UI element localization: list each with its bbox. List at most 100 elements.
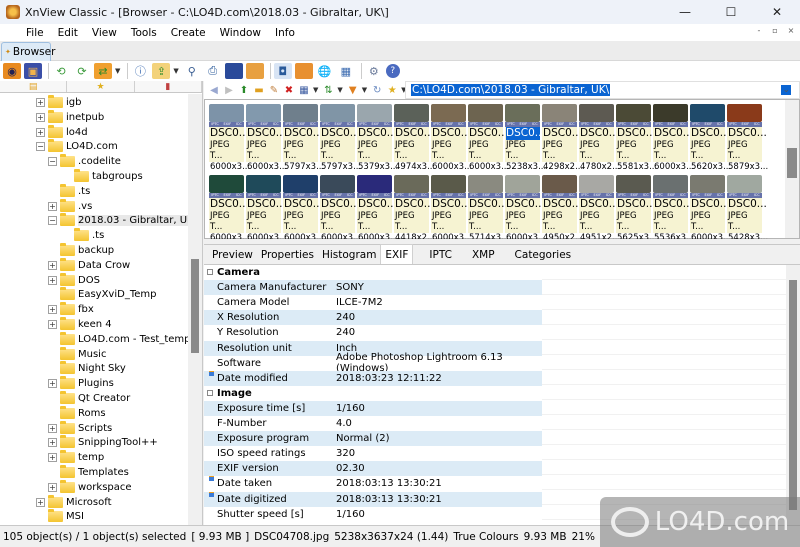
- expand-icon[interactable]: +: [48, 320, 57, 329]
- tree-item[interactable]: Qt Creator: [48, 391, 130, 406]
- exif-row[interactable]: Date taken 2018:03:13 13:30:21: [204, 476, 542, 491]
- menu-tools[interactable]: Tools: [131, 27, 157, 39]
- new-folder-icon[interactable]: ▬: [253, 85, 265, 96]
- thumbnail-item[interactable]: IPTC EXIF ICC DSC0... JPEG T... 5379x3...: [357, 104, 398, 172]
- exif-row[interactable]: Exposure time [s] 1/160: [204, 400, 542, 416]
- collapse-icon[interactable]: [207, 389, 213, 396]
- tree-item[interactable]: .ts: [62, 228, 104, 243]
- tab-preview[interactable]: Preview: [208, 245, 257, 264]
- tree-item[interactable]: Roms: [48, 405, 106, 421]
- tab-favorites[interactable]: ★: [67, 81, 135, 92]
- expand-icon[interactable]: +: [48, 201, 57, 211]
- delete-icon[interactable]: ✖: [283, 85, 295, 96]
- tree-item[interactable]: + igb: [36, 95, 81, 110]
- forward-icon[interactable]: ▶: [223, 85, 235, 96]
- tree-scrollbar-thumb[interactable]: [191, 259, 199, 353]
- tree-item[interactable]: LO4D.com - Test_temp: [48, 331, 188, 347]
- thumbnail-item[interactable]: IPTC EXIF ICC DSC0... JPEG T... 5238x3...: [505, 104, 546, 172]
- mdi-close-button[interactable]: ×: [784, 26, 798, 35]
- tree-item[interactable]: + SnippingTool++: [48, 435, 158, 450]
- print-icon[interactable]: ⎙: [204, 63, 222, 79]
- menu-edit[interactable]: Edit: [58, 27, 78, 39]
- thumbnails-icon[interactable]: [294, 63, 313, 79]
- exif-row[interactable]: Exposure program Normal (2): [204, 431, 542, 447]
- exif-row[interactable]: Y Resolution 240: [204, 325, 542, 340]
- tree-item[interactable]: + Plugins: [48, 376, 114, 391]
- rotate-left-icon[interactable]: ⟲: [52, 63, 70, 79]
- tab-folders[interactable]: ▤: [0, 81, 68, 92]
- thumbnail-item[interactable]: IPTC EXIF ICC DSC0... JPEG T... 4950x2...: [542, 175, 583, 243]
- tree-item[interactable]: + Microsoft: [36, 494, 112, 510]
- thumbnail-item[interactable]: IPTC EXIF ICC DSC0... JPEG T... 4974x3...: [394, 104, 435, 172]
- exif-row[interactable]: Camera Model ILCE-7M2: [204, 295, 542, 310]
- thumbnail-item[interactable]: IPTC EXIF ICC DSC0... JPEG T... 4780x2...: [579, 104, 620, 172]
- exif-row[interactable]: ISO speed ratings 320: [204, 446, 542, 461]
- thumbnail-item[interactable]: IPTC EXIF ICC DSC0... JPEG T... 5625x3...: [616, 175, 657, 243]
- thumbnail-item[interactable]: IPTC EXIF ICC DSC0... JPEG T... 6000x3...: [283, 175, 324, 243]
- expand-icon[interactable]: +: [36, 112, 45, 122]
- collapse-icon[interactable]: [207, 269, 213, 275]
- thumbnail-item[interactable]: IPTC EXIF ICC DSC0... JPEG T... 6000x3...: [209, 104, 250, 172]
- exif-row[interactable]: Date modified 2018:03:23 12:11:22: [204, 370, 542, 386]
- tree-item[interactable]: Night Sky: [48, 361, 126, 376]
- exif-row[interactable]: Date digitized 2018:03:13 13:30:21: [204, 491, 542, 507]
- exif-row[interactable]: Camera Manufacturer SONY: [204, 280, 542, 296]
- copy-dropdown[interactable]: ▼: [173, 67, 178, 75]
- properties-icon[interactable]: ⓘ: [131, 63, 149, 79]
- thumbnail-item[interactable]: IPTC EXIF ICC DSC0... JPEG T... 5797x3...: [320, 104, 361, 172]
- expand-icon[interactable]: +: [48, 453, 57, 463]
- menu-view[interactable]: View: [92, 27, 117, 39]
- menu-window[interactable]: Window: [220, 27, 261, 39]
- view-mode-dropdown[interactable]: ▼: [313, 86, 318, 94]
- maximize-button[interactable]: ☐: [708, 0, 754, 24]
- exif-section-header[interactable]: Image: [204, 386, 542, 401]
- tree-scrollbar[interactable]: [188, 94, 202, 525]
- exif-row[interactable]: F-Number 4.0: [204, 416, 542, 431]
- tab-properties[interactable]: Properties: [257, 245, 318, 264]
- rotate-right-icon[interactable]: ⟳: [73, 63, 91, 79]
- sort-dropdown[interactable]: ▼: [337, 86, 342, 94]
- tree-item[interactable]: .ts: [48, 183, 90, 199]
- menu-file[interactable]: File: [26, 27, 44, 39]
- web-page-icon[interactable]: 🌐: [316, 63, 334, 79]
- thumbnail-item[interactable]: IPTC EXIF ICC DSC0... JPEG T... 4298x2...: [542, 104, 583, 172]
- tree-item[interactable]: − LO4D.com: [36, 139, 118, 154]
- filter-dropdown[interactable]: ▼: [362, 86, 367, 94]
- tree-item[interactable]: Templates: [48, 465, 129, 480]
- scan-icon[interactable]: [224, 63, 243, 79]
- thumbnail-scrollbar-thumb[interactable]: [787, 148, 797, 178]
- tab-exif[interactable]: EXIF: [380, 244, 414, 264]
- thumbnail-item[interactable]: IPTC EXIF ICC DSC0... JPEG T... 6000x3...: [431, 175, 472, 243]
- convert-dropdown[interactable]: ▼: [115, 67, 120, 75]
- thumbnail-item[interactable]: IPTC EXIF ICC DSC0... JPEG T... 6000x3...: [209, 175, 250, 243]
- favorite-star-icon[interactable]: ★: [386, 85, 398, 96]
- exif-row[interactable]: EXIF version 02.30: [204, 461, 542, 477]
- tab-browser[interactable]: ✦ Browser: [1, 42, 55, 61]
- sort-icon[interactable]: ⇅: [322, 85, 334, 96]
- parent-folder-icon[interactable]: ⬆: [238, 85, 250, 96]
- expand-icon[interactable]: +: [36, 98, 45, 107]
- thumbnail-item[interactable]: IPTC EXIF ICC DSC0... JPEG T... 5714x3...: [468, 175, 509, 243]
- expand-icon[interactable]: +: [48, 260, 57, 270]
- tree-item[interactable]: + fbx: [48, 302, 94, 317]
- tree-item[interactable]: + temp: [48, 450, 104, 465]
- thumbnail-item[interactable]: IPTC EXIF ICC DSC0... JPEG T... 5879x3...: [727, 104, 768, 172]
- find-icon[interactable]: ⚲: [183, 63, 201, 79]
- exif-row[interactable]: Shutter speed [s] 1/160: [204, 507, 542, 522]
- copy-to-icon[interactable]: ⇪: [152, 63, 171, 79]
- thumbnail-item[interactable]: IPTC EXIF ICC DSC0... JPEG T... 6000x3...: [320, 175, 361, 243]
- tree-item[interactable]: + .vs: [48, 198, 92, 214]
- tree-item[interactable]: backup: [48, 243, 114, 258]
- tab-categories[interactable]: Categories: [511, 245, 576, 264]
- tab-iptc[interactable]: IPTC: [425, 245, 456, 264]
- collapse-icon[interactable]: −: [48, 216, 57, 226]
- help-icon[interactable]: ?: [385, 64, 400, 78]
- capture-icon[interactable]: ◘: [273, 63, 292, 79]
- mdi-restore-button[interactable]: ▫: [768, 26, 782, 35]
- filter-icon[interactable]: ▼: [347, 85, 359, 96]
- tree-item[interactable]: Music: [48, 346, 106, 362]
- expand-icon[interactable]: +: [48, 482, 57, 492]
- thumbnail-item[interactable]: IPTC EXIF ICC DSC0... JPEG T... 5581x3...: [616, 104, 657, 172]
- thumbnail-item[interactable]: IPTC EXIF ICC DSC0... JPEG T... 5536x3...: [653, 175, 694, 243]
- thumbnail-scrollbar[interactable]: [785, 100, 799, 238]
